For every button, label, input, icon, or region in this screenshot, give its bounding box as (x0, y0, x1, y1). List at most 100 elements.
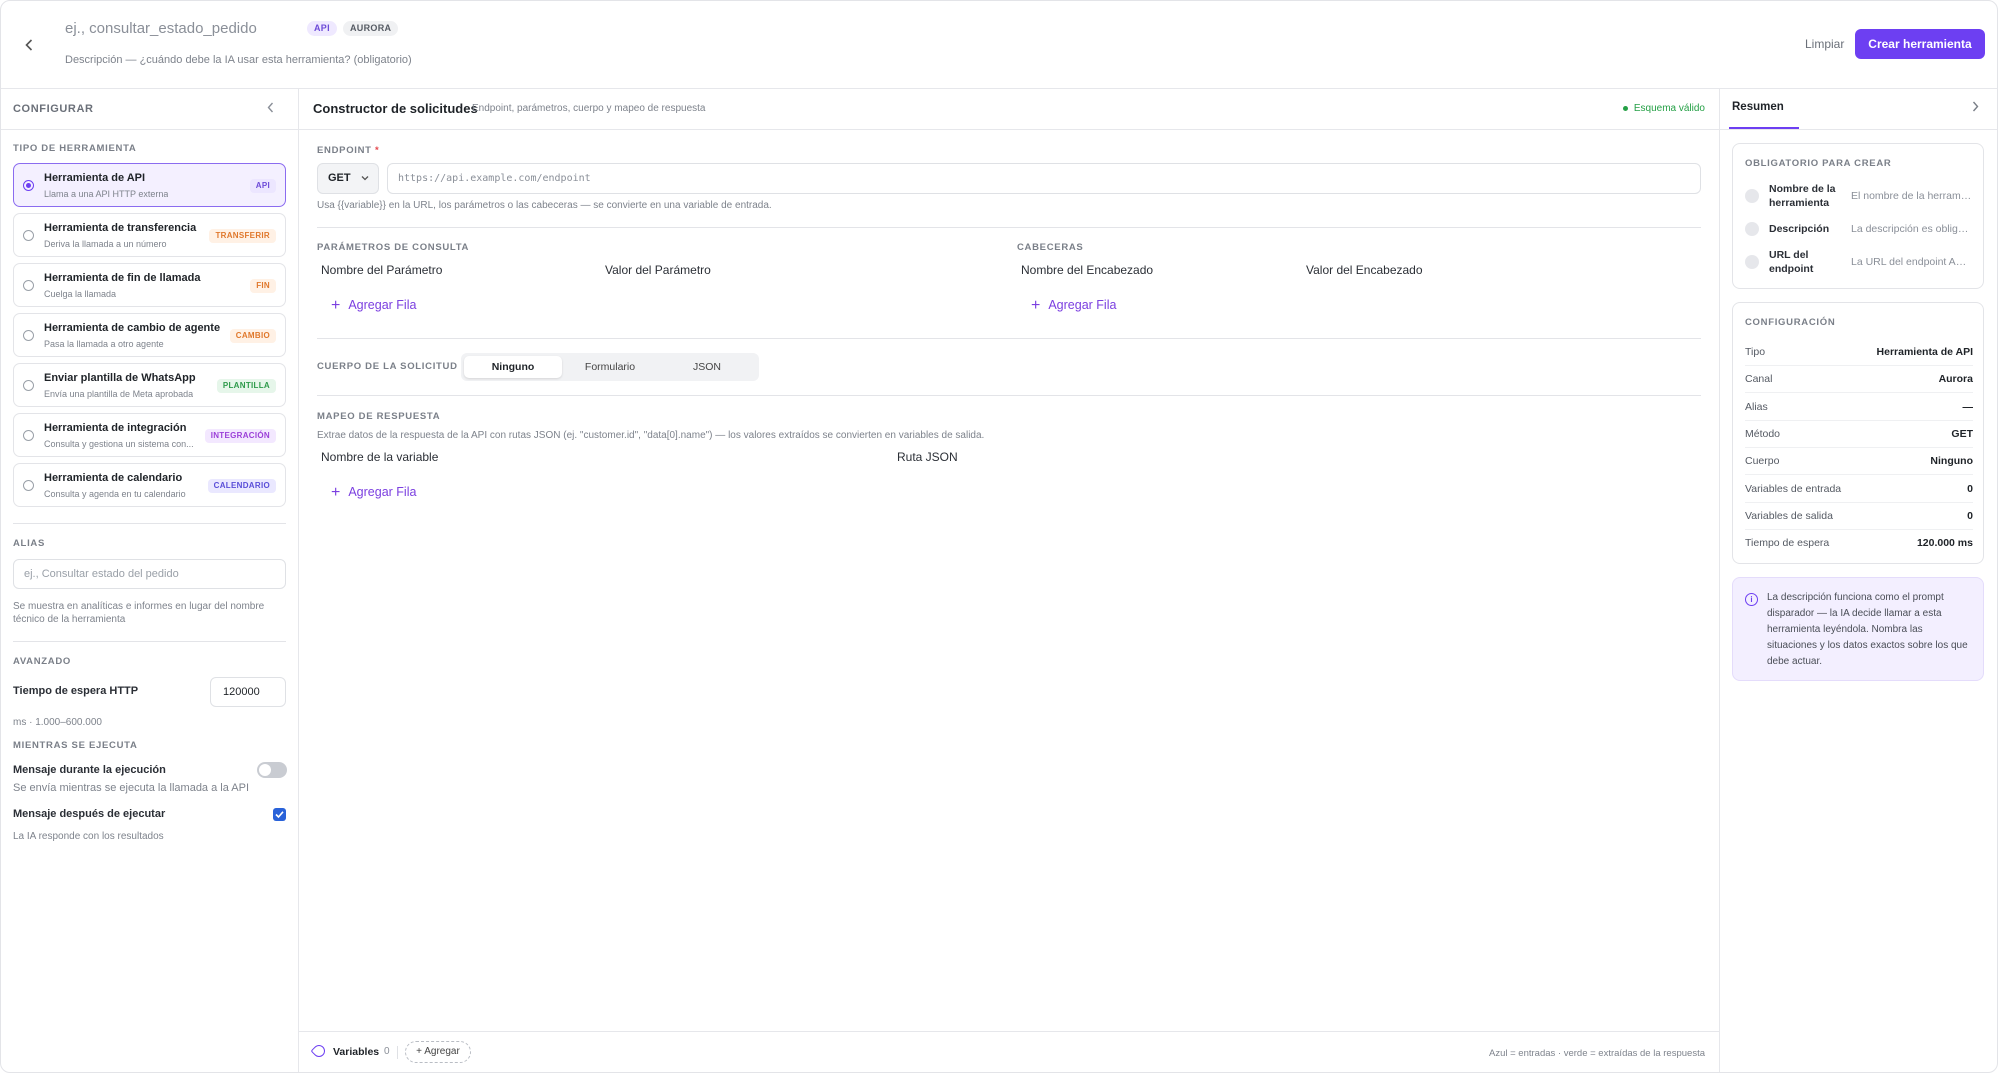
divider (317, 395, 1701, 396)
divider (317, 227, 1701, 228)
msg-after-checkbox[interactable] (273, 808, 286, 821)
radio-icon (23, 280, 34, 291)
required-card: OBLIGATORIO PARA CREAR Nombre de la herr… (1732, 143, 1984, 289)
headers-col-value: Valor del Encabezado (1306, 263, 1423, 277)
divider (299, 129, 1719, 130)
endpoint-label-text: ENDPOINT (317, 145, 372, 156)
body-option-json[interactable]: JSON (658, 356, 756, 378)
tool-type-option[interactable]: Herramienta de API Llama a una API HTTP e… (13, 163, 286, 207)
config-row: Cuerpo Ninguno (1745, 448, 1973, 476)
method-value: GET (328, 172, 351, 184)
radio-icon (23, 480, 34, 491)
chevron-right-icon (1972, 101, 1979, 112)
schema-status-label: Esquema válido (1633, 103, 1705, 114)
url-help: Usa {{variable}} en la URL, los parámetr… (317, 200, 772, 211)
msg-after-help: La IA responde con los resultados (13, 831, 164, 842)
mapping-col-path: Ruta JSON (897, 450, 958, 464)
config-key: Tipo (1745, 346, 1766, 358)
query-params-label: PARÁMETROS DE CONSULTA (317, 242, 470, 253)
collapse-left-button[interactable] (267, 101, 274, 116)
builder-title: Constructor de solicitudes (313, 101, 478, 116)
body-option-form[interactable]: Formulario (561, 356, 659, 378)
radio-icon (23, 330, 34, 341)
tool-type-tag: CAMBIO (229, 329, 276, 343)
tab-summary[interactable]: Resumen (1732, 101, 1784, 113)
timeout-help: ms · 1.000–600.000 (13, 717, 102, 728)
query-col-name: Nombre del Parámetro (321, 263, 443, 277)
divider (397, 1046, 398, 1059)
chevron-left-icon (25, 39, 33, 51)
add-row-label: Agregar Fila (1048, 298, 1117, 312)
endpoint-url-input[interactable]: https://api.example.com/endpoint (387, 163, 1701, 194)
config-value: 0 (1967, 509, 1973, 522)
plus-icon: + (1031, 297, 1041, 314)
config-card: CONFIGURACIÓN Tipo Herramienta de API Cana… (1732, 302, 1984, 564)
check-icon (275, 811, 284, 819)
variables-legend: Azul = entradas · verde = extraídas de l… (1489, 1048, 1705, 1059)
msg-during-help: Se envía mientras se ejecuta la llamada … (13, 782, 250, 794)
required-item: URL del endpoint La URL del endpoint API … (1745, 247, 1973, 277)
tool-type-option[interactable]: Herramienta de calendario Consulta y agen… (13, 463, 286, 507)
create-tool-button[interactable]: Crear herramienta (1855, 29, 1985, 59)
tool-type-option[interactable]: Herramienta de fin de llamada Cuelga la l… (13, 263, 286, 307)
tool-type-title: Herramienta de integración (44, 422, 187, 434)
divider (13, 641, 286, 642)
configure-panel: CONFIGURAR TIPO DE HERRAMIENTA Herramien… (1, 89, 299, 1072)
add-mapping-row-button[interactable]: + Agregar Fila (331, 484, 416, 502)
radio-icon (23, 430, 34, 441)
msg-during-toggle[interactable] (257, 762, 287, 778)
tool-type-tag: INTEGRACIÓN (204, 429, 276, 443)
tool-type-tag: CALENDARIO (207, 479, 276, 493)
tool-type-subtitle: Consulta y agenda en tu calendario (44, 489, 186, 499)
add-query-row-button[interactable]: + Agregar Fila (331, 297, 416, 315)
divider (317, 338, 1701, 339)
body-option-none[interactable]: Ninguno (464, 356, 562, 378)
plus-icon: + (331, 484, 341, 501)
config-value: — (1962, 400, 1974, 413)
collapse-right-button[interactable] (1972, 100, 1979, 115)
status-circle-icon (1745, 255, 1759, 269)
required-item-message: La URL del endpoint API es obligatoria (1851, 256, 1973, 268)
method-select[interactable]: GET (317, 163, 379, 194)
timeout-input[interactable]: 120000 (210, 677, 286, 707)
config-key: Variables de entrada (1745, 482, 1842, 495)
config-row: Alias — (1745, 394, 1973, 421)
config-value: Herramienta de API (1876, 346, 1973, 358)
tool-type-subtitle: Pasa la llamada a otro agente (44, 339, 164, 349)
mapping-col-name: Nombre de la variable (321, 450, 439, 464)
tool-type-option[interactable]: Herramienta de integración Consulta y ges… (13, 413, 286, 457)
tool-type-option[interactable]: Herramienta de transferencia Deriva la ll… (13, 213, 286, 257)
add-row-label: Agregar Fila (348, 485, 417, 499)
alias-help: Se muestra en analíticas e informes en l… (13, 601, 265, 625)
back-button[interactable] (19, 35, 39, 55)
tool-description-input[interactable]: Descripción — ¿cuándo debe la IA usar es… (65, 54, 412, 66)
alias-input[interactable]: ej., Consultar estado del pedido (13, 559, 286, 589)
tool-type-tag: API (249, 179, 276, 193)
tool-type-tag: FIN (250, 279, 276, 293)
tool-type-subtitle: Llama a una API HTTP externa (44, 189, 169, 199)
msg-after-label: Mensaje después de ejecutar (13, 808, 166, 820)
config-key: Canal (1745, 373, 1773, 386)
tool-type-option[interactable]: Enviar plantilla de WhatsApp Envía una pl… (13, 363, 286, 407)
response-mapping-label: MAPEO DE RESPUESTA (317, 411, 441, 422)
required-item-name: Descripción (1769, 223, 1830, 235)
add-variable-button[interactable]: + Agregar (405, 1041, 471, 1063)
divider (1, 129, 299, 130)
tool-type-subtitle: Cuelga la llamada (44, 289, 117, 299)
config-key: Variables de salida (1745, 509, 1833, 522)
config-key: Método (1745, 427, 1781, 440)
tool-type-title: Herramienta de transferencia (44, 222, 197, 234)
config-row: Método GET (1745, 421, 1973, 448)
required-mark: * (375, 145, 380, 156)
tool-type-subtitle: Consulta y gestiona un sistema con... (44, 439, 194, 449)
tool-type-option[interactable]: Herramienta de cambio de agente Pasa la l… (13, 313, 286, 357)
while-running-label: MIENTRAS SE EJECUTA (13, 740, 138, 751)
headers-col-name: Nombre del Encabezado (1021, 263, 1154, 277)
add-header-row-button[interactable]: + Agregar Fila (1031, 297, 1116, 315)
tool-type-tag: PLANTILLA (216, 379, 276, 393)
status-circle-icon (1745, 189, 1759, 203)
clear-button[interactable]: Limpiar (1805, 37, 1844, 51)
tool-type-tag: TRANSFERIR (209, 229, 276, 243)
tool-name-input[interactable]: ej., consultar_estado_pedido (65, 20, 257, 37)
mapping-help: Extrae datos de la respuesta de la API c… (317, 430, 985, 441)
